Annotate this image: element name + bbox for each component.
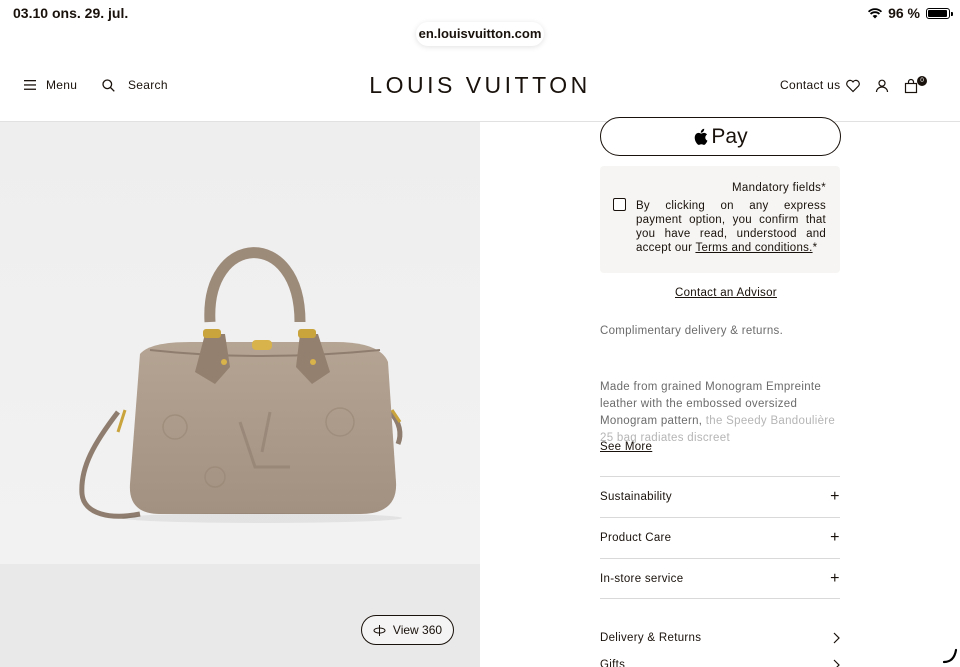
see-more-link[interactable]: See More xyxy=(600,441,652,453)
terms-link[interactable]: Terms and conditions. xyxy=(695,242,812,254)
chevron-right-icon xyxy=(833,659,840,667)
plus-icon: + xyxy=(830,488,840,505)
view-360-label: View 360 xyxy=(392,623,443,637)
consent-asterisk: * xyxy=(812,242,818,254)
account-icon[interactable] xyxy=(874,78,890,94)
accordion-label: Product Care xyxy=(600,532,672,544)
product-image-main[interactable] xyxy=(0,122,480,564)
accordion-label: Sustainability xyxy=(600,491,672,503)
contact-us-label: Contact us xyxy=(780,78,841,92)
site-header: Menu Search LOUIS VUITTON Contact us 0 xyxy=(0,60,960,122)
gifts-link[interactable]: Gifts xyxy=(600,659,840,667)
apple-pay-button[interactable]: Pay xyxy=(600,117,841,156)
resize-corner-icon[interactable] xyxy=(942,648,958,664)
express-payment-consent: Mandatory fields* By clicking on any exp… xyxy=(600,166,840,273)
mandatory-fields-note: Mandatory fields* xyxy=(732,182,826,194)
plus-icon: + xyxy=(830,569,840,587)
battery-icon xyxy=(926,7,953,19)
link-label: Delivery & Returns xyxy=(600,632,702,644)
accordion-in-store-service[interactable]: In-store service + xyxy=(600,558,840,599)
product-description: Made from grained Monogram Empreinte lea… xyxy=(600,379,840,447)
consent-text: By clicking on any express payment optio… xyxy=(636,199,826,255)
battery-percent: 96 % xyxy=(888,5,920,21)
battery-level xyxy=(928,9,948,17)
contact-advisor-link[interactable]: Contact an Advisor xyxy=(675,287,777,299)
apple-pay-label: Pay xyxy=(711,124,748,148)
url-bar[interactable]: en.louisvuitton.com xyxy=(416,22,544,46)
accordion-product-care[interactable]: Product Care + xyxy=(600,517,840,558)
consent-checkbox[interactable] xyxy=(613,198,626,211)
status-time: 03.10 xyxy=(13,5,49,21)
status-right: 96 % xyxy=(868,5,953,21)
contact-us-link[interactable]: Contact us xyxy=(780,78,840,92)
delivery-note: Complimentary delivery & returns. xyxy=(600,325,784,337)
accordion-label: In-store service xyxy=(600,572,684,585)
status-date: ons. 29. jul. xyxy=(52,5,129,21)
chevron-right-icon xyxy=(833,632,840,644)
bag-image xyxy=(79,247,403,523)
cart-count-badge: 0 xyxy=(917,76,927,86)
delivery-returns-link[interactable]: Delivery & Returns xyxy=(600,632,840,644)
apple-logo-icon xyxy=(695,128,708,145)
rotate-360-icon xyxy=(373,624,386,636)
view-360-button[interactable]: View 360 xyxy=(361,615,454,645)
wishlist-heart-icon[interactable] xyxy=(845,78,861,94)
link-label: Gifts xyxy=(600,659,626,667)
accordion-sustainability[interactable]: Sustainability + xyxy=(600,476,840,517)
plus-icon: + xyxy=(830,529,840,546)
wifi-icon xyxy=(868,7,883,18)
